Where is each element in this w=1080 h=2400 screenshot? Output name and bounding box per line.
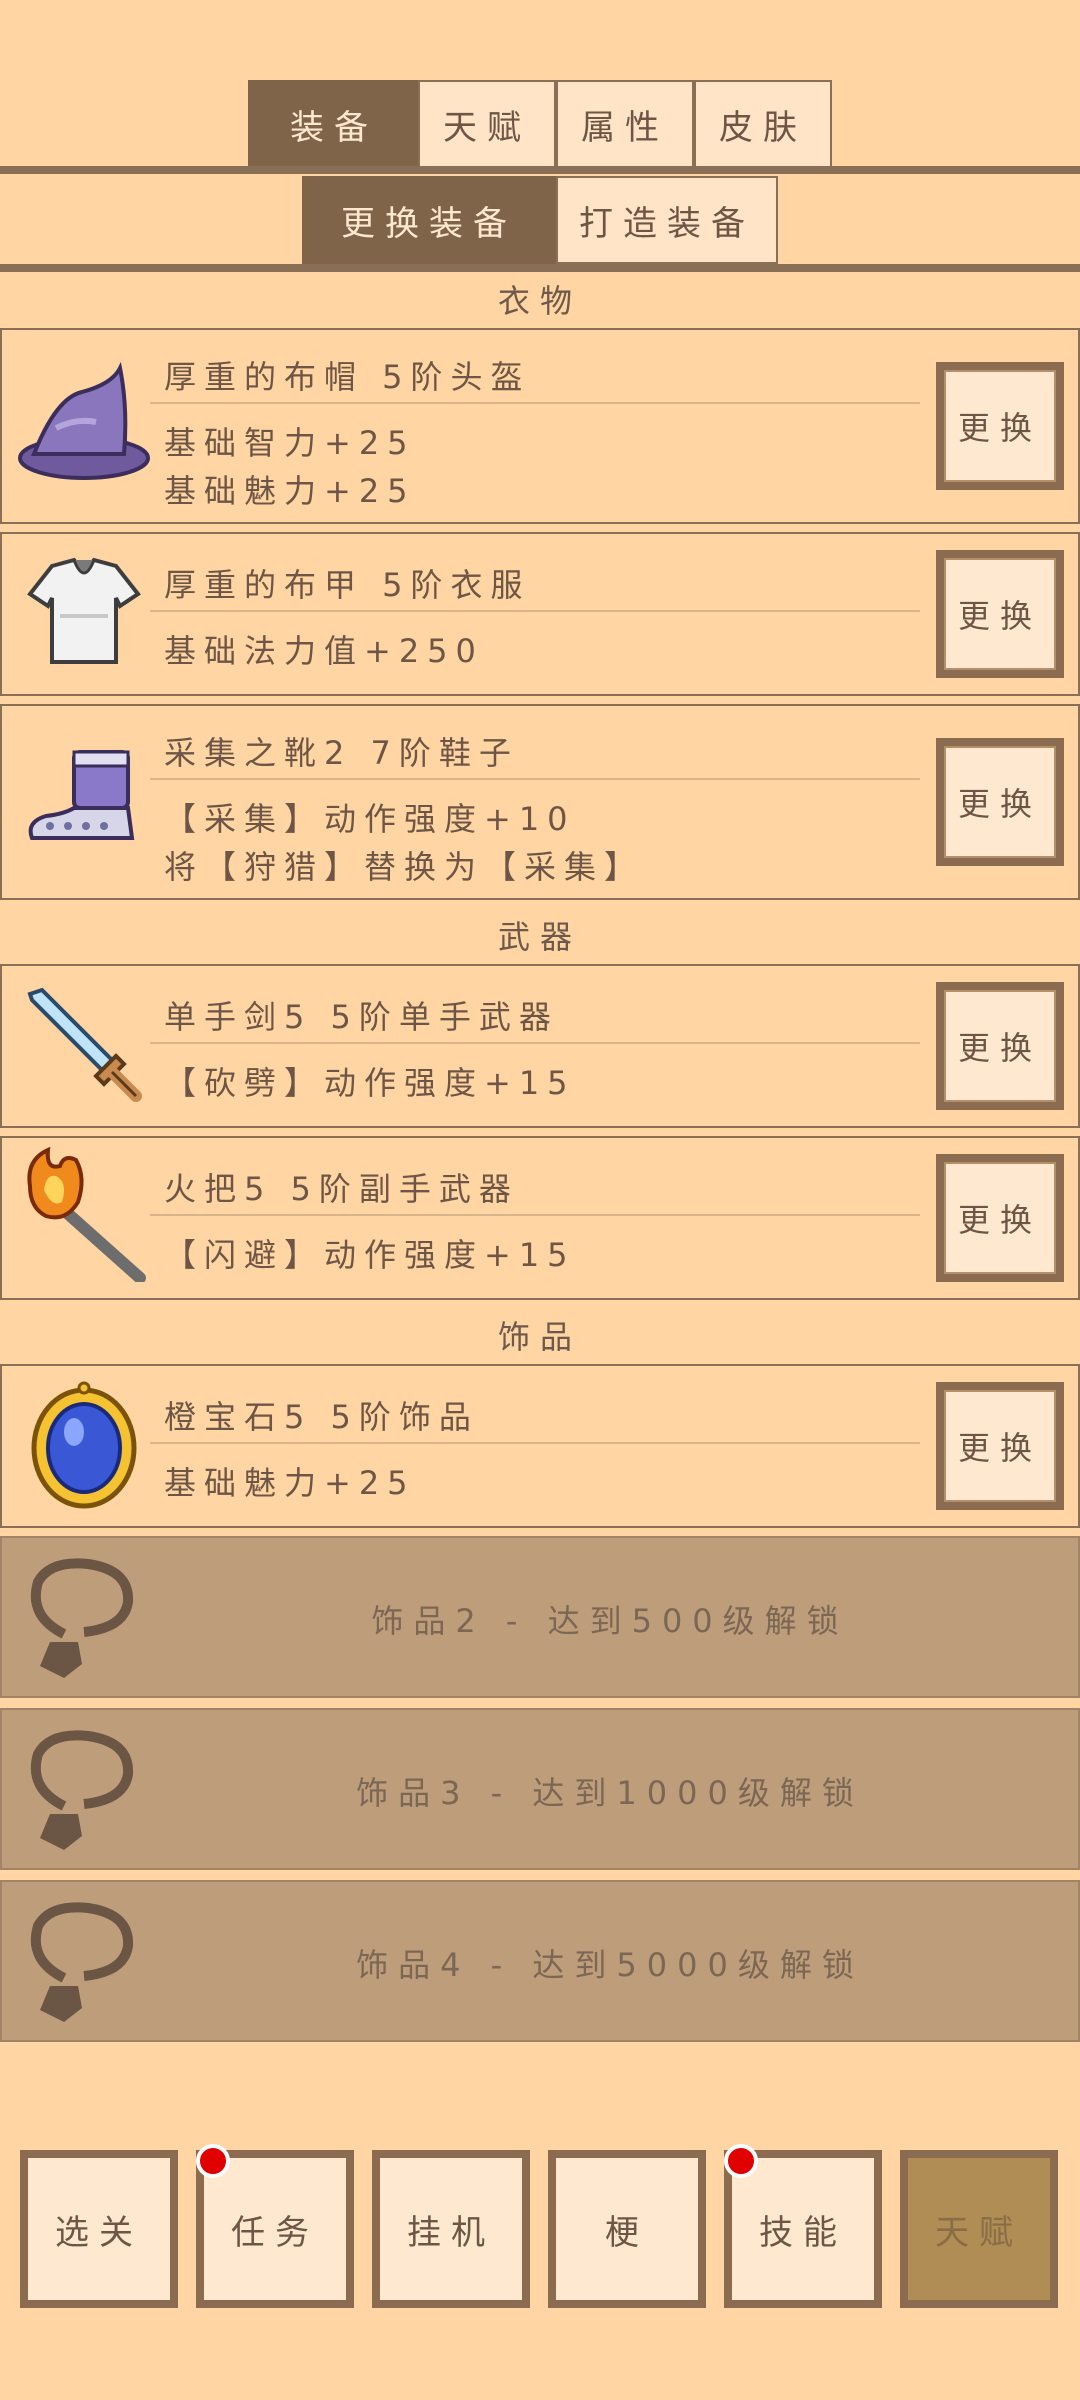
item-stat: 【闪避】动作强度+15 [164,1236,576,1274]
section-title-accessories: 饰品 [497,1318,582,1356]
item-stat: 基础智力+25 [164,424,416,462]
locked-slot-text: 饰品4 - 达到5000级解锁 [356,1946,864,1984]
item-name: 火把5 5阶副手武器 [164,1170,519,1208]
item-separator [150,778,920,780]
nav-meme[interactable]: 梗 [548,2150,706,2308]
cloth-armor-icon [16,546,152,682]
necklace-icon [24,1900,144,2026]
sword-icon [16,980,152,1116]
swap-button[interactable]: 更换 [936,362,1064,490]
item-separator [150,402,920,404]
item-name: 橙宝石5 5阶饰品 [164,1398,479,1436]
equipment-card: 厚重的布甲 5阶衣服 基础法力值+250 更换 [0,532,1080,696]
locked-slot: 饰品4 - 达到5000级解锁 [0,1880,1080,2042]
item-separator [150,1442,920,1444]
tab-equipment[interactable]: 装备 [248,80,420,168]
tab-skins[interactable]: 皮肤 [694,80,832,168]
swap-button[interactable]: 更换 [936,1382,1064,1510]
subtab-change-equipment[interactable]: 更换装备 [302,176,556,264]
item-stat: 基础法力值+250 [164,632,484,670]
locked-slot-text: 饰品3 - 达到1000级解锁 [356,1774,864,1812]
equipment-card: 单手剑5 5阶单手武器 【砍劈】动作强度+15 更换 [0,964,1080,1128]
tab-talent[interactable]: 天赋 [418,80,556,168]
item-stat: 【采集】动作强度+10 [164,800,576,838]
necklace-icon [24,1728,144,1854]
wizard-hat-icon [16,358,152,494]
item-separator [150,1042,920,1044]
tab-attributes[interactable]: 属性 [556,80,694,168]
notification-badge [196,2144,230,2178]
notification-badge [724,2144,758,2178]
subtab-craft-equipment[interactable]: 打造装备 [556,176,778,264]
nav-select-level[interactable]: 选关 [20,2150,178,2308]
torch-icon [16,1146,152,1284]
tab-divider [0,166,1080,174]
locked-slot: 饰品3 - 达到1000级解锁 [0,1708,1080,1870]
item-name: 厚重的布甲 5阶衣服 [164,566,531,604]
section-title-clothing: 衣物 [497,282,582,320]
equipment-card: 厚重的布帽 5阶头盔 基础智力+25 基础魅力+25 更换 [0,328,1080,524]
item-name: 采集之靴2 7阶鞋子 [164,734,519,772]
swap-button[interactable]: 更换 [936,550,1064,678]
item-stat: 基础魅力+25 [164,472,416,510]
subtab-divider [0,264,1080,272]
item-separator [150,610,920,612]
nav-talent[interactable]: 天赋 [900,2150,1058,2308]
swap-button[interactable]: 更换 [936,1154,1064,1282]
swap-button[interactable]: 更换 [936,738,1064,866]
equipment-card: 火把5 5阶副手武器 【闪避】动作强度+15 更换 [0,1136,1080,1300]
locked-slot-text: 饰品2 - 达到500级解锁 [371,1602,849,1640]
boots-icon [16,734,152,870]
locked-slot: 饰品2 - 达到500级解锁 [0,1536,1080,1698]
nav-idle[interactable]: 挂机 [372,2150,530,2308]
item-stat: 【砍劈】动作强度+15 [164,1064,576,1102]
item-name: 单手剑5 5阶单手武器 [164,998,559,1036]
gem-amulet-icon [16,1380,152,1516]
equipment-card: 采集之靴2 7阶鞋子 【采集】动作强度+10 将【狩猎】替换为【采集】 更换 [0,704,1080,900]
necklace-icon [24,1556,144,1682]
section-title-weapons: 武器 [497,918,582,956]
item-name: 厚重的布帽 5阶头盔 [164,358,531,396]
item-stat: 将【狩猎】替换为【采集】 [164,848,645,886]
equipment-card: 橙宝石5 5阶饰品 基础魅力+25 更换 [0,1364,1080,1528]
swap-button[interactable]: 更换 [936,982,1064,1110]
item-separator [150,1214,920,1216]
item-stat: 基础魅力+25 [164,1464,416,1502]
